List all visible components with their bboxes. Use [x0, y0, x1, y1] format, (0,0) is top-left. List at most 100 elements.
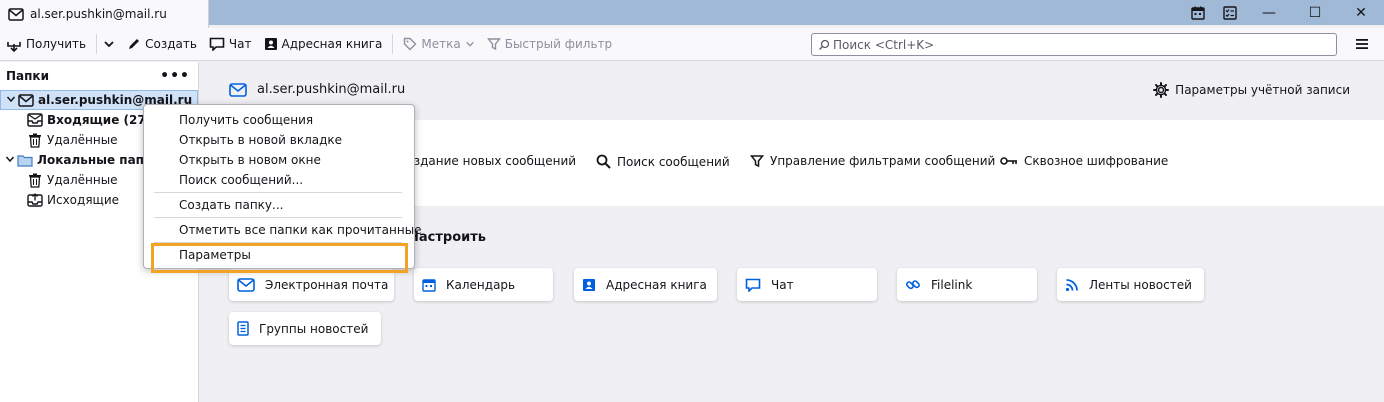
tasks-app-button[interactable]	[1214, 0, 1246, 25]
address-book-button[interactable]: Адресная книга	[258, 31, 389, 57]
window-controls: — ☐ ✕	[1182, 0, 1384, 25]
feature-compose[interactable]: Создание новых сообщений	[398, 154, 576, 168]
mail-icon	[237, 277, 255, 292]
mail-icon	[18, 92, 34, 108]
search-icon	[596, 154, 611, 169]
folder-pane-title: Папки	[6, 69, 49, 83]
chat-label: Чат	[228, 37, 252, 51]
chevron-down-icon[interactable]	[4, 94, 18, 107]
setup-card-feeds[interactable]: Ленты новостей	[1057, 268, 1204, 301]
address-book-icon	[264, 38, 277, 50]
tag-icon	[404, 37, 417, 51]
app-menu-button[interactable]	[1352, 34, 1372, 54]
link-icon	[906, 279, 920, 289]
address-book-icon	[583, 278, 595, 291]
account-name: al.ser.pushkin@mail.ru	[257, 82, 406, 97]
account-title: al.ser.pushkin@mail.ru	[229, 82, 405, 97]
pencil-icon	[129, 39, 140, 49]
folder-context-menu: Получить сообщения Открыть в новой вклад…	[143, 104, 422, 273]
filter-icon	[750, 155, 764, 168]
menu-item-open-new-window[interactable]: Открыть в новом окне	[144, 150, 414, 170]
menu-item-search-messages[interactable]: Поиск сообщений...	[144, 170, 414, 190]
setup-card-filelink[interactable]: Filelink	[897, 268, 1037, 301]
key-icon	[1000, 157, 1017, 165]
setup-card-address-book[interactable]: Адресная книга	[574, 268, 717, 301]
feature-e2e[interactable]: Сквозное шифрование	[1000, 154, 1168, 168]
hamburger-icon	[1356, 39, 1368, 49]
quick-filter-label: Быстрый фильтр	[504, 37, 613, 51]
write-button[interactable]: Создать	[121, 31, 203, 57]
chevron-down-icon	[465, 41, 474, 47]
folder-label: Удалённые	[47, 133, 118, 147]
get-messages-button[interactable]: Получить	[0, 31, 92, 57]
card-label: Ленты новостей	[1089, 277, 1192, 292]
folder-pane-header: Папки •••	[0, 62, 198, 90]
calendar-icon	[1191, 6, 1205, 20]
menu-separator	[154, 217, 402, 218]
rss-icon	[1065, 278, 1078, 291]
folder-label: Удалённые	[47, 173, 118, 187]
get-messages-dropdown[interactable]	[101, 31, 121, 57]
account-settings-button[interactable]: Параметры учётной записи	[1153, 82, 1350, 98]
card-label: Группы новостей	[259, 321, 369, 336]
tag-label: Метка	[421, 37, 461, 51]
write-label: Создать	[145, 37, 197, 51]
feature-filters[interactable]: Управление фильтрами сообщений	[750, 154, 995, 168]
chat-icon	[745, 278, 761, 292]
maximize-button[interactable]: ☐	[1292, 0, 1338, 25]
folder-label: Локальные папки	[37, 153, 161, 167]
tab-mail[interactable]: al.ser.pushkin@mail.ru	[0, 0, 209, 28]
menu-separator	[154, 242, 402, 243]
tasks-icon	[1223, 5, 1237, 20]
account-settings-label: Параметры учётной записи	[1175, 83, 1350, 97]
menu-item-new-folder[interactable]: Создать папку...	[144, 195, 414, 215]
trash-icon	[27, 132, 43, 148]
address-book-label: Адресная книга	[281, 37, 383, 51]
feature-label: Создание новых сообщений	[398, 154, 577, 168]
card-label: Filelink	[931, 277, 973, 292]
feature-label: Управление фильтрами сообщений	[770, 154, 996, 168]
minimize-button[interactable]: —	[1246, 0, 1292, 25]
search-input[interactable]	[833, 37, 1336, 52]
chevron-down-icon	[104, 41, 114, 48]
tag-button[interactable]: Метка	[397, 31, 480, 57]
inbox-icon	[27, 112, 43, 128]
quick-filter-button[interactable]: Быстрый фильтр	[481, 31, 618, 57]
menu-item-get-messages[interactable]: Получить сообщения	[144, 110, 414, 130]
menu-item-mark-all-read[interactable]: Отметить все папки как прочитанные	[144, 220, 422, 240]
outbox-icon	[27, 192, 43, 208]
mail-icon	[8, 7, 24, 21]
chevron-down-icon[interactable]	[3, 154, 17, 167]
setup-card-chat[interactable]: Чат	[737, 268, 877, 301]
calendar-app-button[interactable]	[1182, 0, 1214, 25]
folder-icon	[17, 152, 33, 168]
feature-label: Сквозное шифрование	[1024, 154, 1169, 168]
mail-icon	[229, 82, 247, 97]
folder-pane-more-button[interactable]: •••	[160, 68, 190, 84]
download-icon	[7, 42, 21, 52]
card-label: Электронная почта	[265, 277, 389, 292]
toolbar-separator	[392, 34, 394, 54]
tab-title: al.ser.pushkin@mail.ru	[30, 7, 167, 21]
filter-icon	[486, 38, 501, 51]
trash-icon	[27, 172, 43, 188]
setup-card-calendar[interactable]: Календарь	[414, 268, 553, 301]
card-label: Чат	[771, 277, 794, 292]
global-search[interactable]	[811, 33, 1337, 56]
card-label: Адресная книга	[606, 277, 707, 292]
folder-label: Исходящие	[47, 193, 120, 207]
calendar-icon	[422, 278, 436, 292]
feature-search[interactable]: Поиск сообщений	[596, 154, 730, 169]
get-messages-label: Получить	[26, 37, 87, 51]
setup-card-email[interactable]: Электронная почта	[229, 268, 394, 301]
menu-item-settings[interactable]: Параметры	[144, 243, 414, 273]
toolbar-separator	[96, 34, 98, 54]
menu-item-open-new-tab[interactable]: Открыть в новой вкладке	[144, 130, 414, 150]
newsgroup-icon	[237, 321, 249, 336]
menu-separator	[154, 192, 402, 193]
feature-label: Поиск сообщений	[617, 154, 730, 169]
gear-icon	[1153, 82, 1170, 98]
close-button[interactable]: ✕	[1338, 0, 1384, 25]
setup-card-newsgroups[interactable]: Группы новостей	[229, 312, 381, 345]
chat-button[interactable]: Чат	[203, 31, 258, 57]
